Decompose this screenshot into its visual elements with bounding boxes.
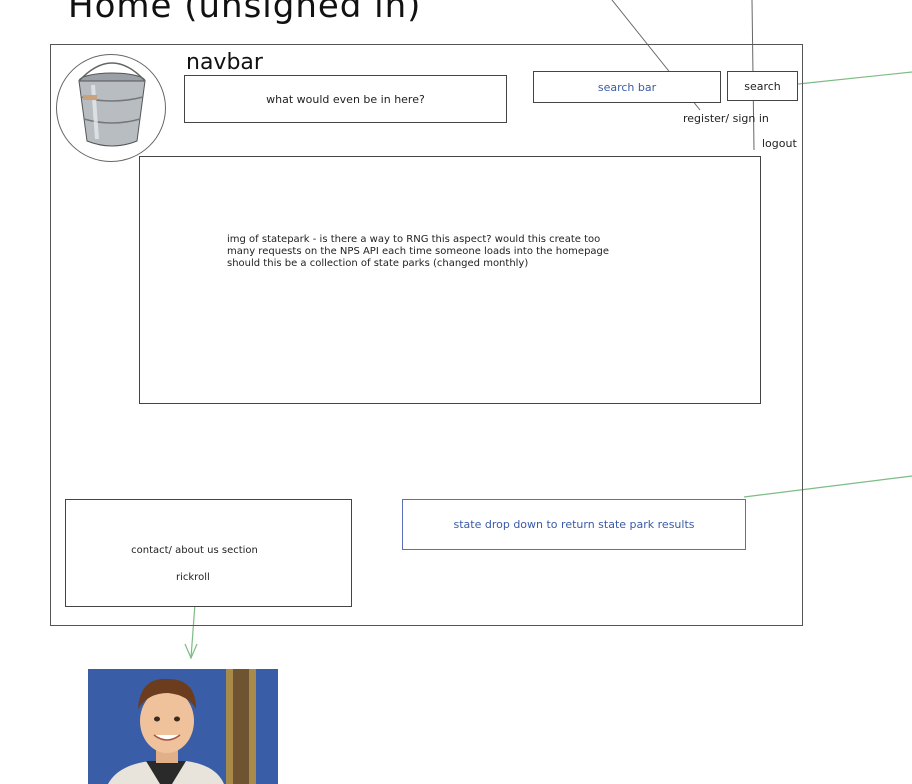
navbar-label: navbar [186, 50, 263, 75]
rick-astley-image [88, 669, 278, 784]
state-dropdown-label: state drop down to return state park res… [453, 518, 695, 531]
register-sign-in-link[interactable]: register/ sign in [683, 112, 769, 125]
state-dropdown[interactable]: state drop down to return state park res… [402, 499, 746, 550]
page-title: Home (unsigned in) [68, 0, 422, 26]
search-button-label: search [744, 79, 781, 93]
arrow-to-search-note [797, 71, 912, 85]
rickroll-link[interactable]: rickroll [176, 572, 210, 583]
bucket-icon[interactable] [56, 54, 166, 162]
search-button[interactable]: search [727, 71, 798, 101]
search-input[interactable]: search bar [533, 71, 721, 103]
navbar-content-box: what would even be in here? [184, 75, 507, 123]
hero-note-line: should this be a collection of state par… [227, 258, 529, 269]
logout-link[interactable]: logout [762, 137, 797, 150]
search-placeholder: search bar [597, 80, 657, 94]
hero-image-placeholder [139, 156, 761, 404]
hero-image-note: img of statepark - is there a way to RNG… [227, 234, 717, 270]
hero-note-line: many requests on the NPS API each time s… [227, 246, 610, 257]
arrowhead-rickroll [184, 643, 198, 660]
navbar-content-note: what would even be in here? [266, 92, 425, 106]
hero-note-line: img of statepark - is there a way to RNG… [227, 234, 601, 245]
contact-about-label: contact/ about us section [131, 545, 258, 556]
